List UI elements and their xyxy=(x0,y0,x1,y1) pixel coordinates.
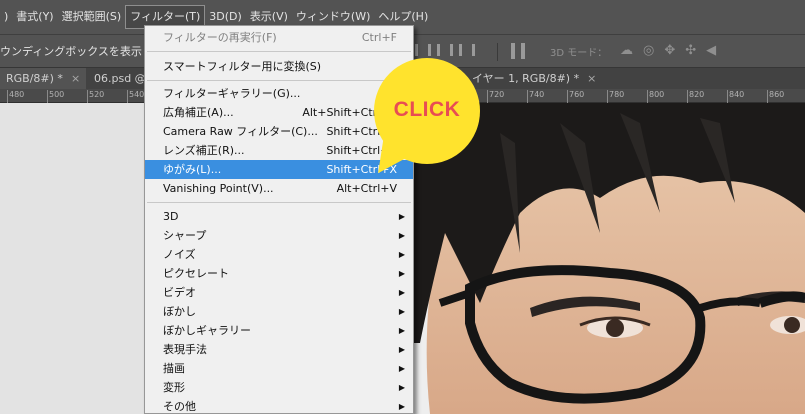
menu-item-label: スマートフィルター用に変換(S) xyxy=(163,60,322,73)
menu-item-label: フィルターの再実行(F) xyxy=(163,31,277,44)
ruler-tick: 520 xyxy=(86,90,105,103)
menu-item-other[interactable]: その他 ▶ xyxy=(145,397,413,414)
ruler-tick: 540 xyxy=(126,90,145,103)
mode-3d-label: 3D モード： xyxy=(550,48,608,59)
menu-item-label: ゆがみ(L)... xyxy=(163,163,222,176)
ruler-tick: 500 xyxy=(46,90,65,103)
menu-item-label: 広角補正(A)... xyxy=(163,106,234,119)
menu-item-noise[interactable]: ノイズ ▶ xyxy=(145,245,413,264)
submenu-arrow-icon: ▶ xyxy=(398,212,405,221)
menu-item-label: 3D xyxy=(163,210,179,223)
menu-select[interactable]: 選択範囲(S) xyxy=(58,5,126,29)
menu-item-render[interactable]: 描画 ▶ xyxy=(145,359,413,378)
align-center-icon[interactable] xyxy=(435,41,453,59)
close-icon[interactable]: × xyxy=(587,72,596,85)
menu-item-filter-gallery[interactable]: フィルターギャラリー(G)... xyxy=(145,84,413,103)
click-callout-text: CLICK xyxy=(393,98,461,121)
divider xyxy=(497,43,498,61)
menu-item-label: 変形 xyxy=(163,381,185,394)
submenu-arrow-icon: ▶ xyxy=(398,307,405,316)
ruler-tick: 480 xyxy=(6,90,25,103)
show-bounding-box-label[interactable]: ウンディングボックスを表示 xyxy=(0,43,142,59)
roll-icon[interactable]: ◎ xyxy=(643,43,654,59)
menu-item-vanishing-point[interactable]: Vanishing Point(V)... Alt+Ctrl+V xyxy=(145,179,413,198)
ruler-tick: 820 xyxy=(686,90,705,103)
menu-item-label: ピクセレート xyxy=(163,267,229,280)
menu-item-label: Camera Raw フィルター(C)... xyxy=(163,125,318,138)
submenu-arrow-icon: ▶ xyxy=(398,383,405,392)
align-icons xyxy=(413,41,475,59)
menu-item-label: ぼかしギャラリー xyxy=(163,324,251,337)
submenu-arrow-icon: ▶ xyxy=(398,231,405,240)
pan-icon[interactable]: ✥ xyxy=(664,43,675,59)
menu-item-label: Vanishing Point(V)... xyxy=(163,182,274,195)
menu-item-blur-gallery[interactable]: ぼかしギャラリー ▶ xyxy=(145,321,413,340)
submenu-arrow-icon: ▶ xyxy=(398,402,405,411)
slide-icon[interactable]: ✣ xyxy=(685,43,696,59)
menu-item-convert-smart-filter[interactable]: スマートフィルター用に変換(S) xyxy=(145,57,413,76)
tab-layer-1[interactable]: イヤー 1, RGB/8#) * × xyxy=(466,68,606,90)
ruler-tick: 740 xyxy=(526,90,545,103)
ruler-tick: 720 xyxy=(486,90,505,103)
submenu-arrow-icon: ▶ xyxy=(398,326,405,335)
tab-active-document[interactable]: RGB/8#) * × xyxy=(0,68,86,90)
ruler-tick: 800 xyxy=(646,90,665,103)
menu-separator xyxy=(147,51,411,52)
distribute-icon[interactable] xyxy=(511,43,525,59)
ruler-tick: 760 xyxy=(566,90,585,103)
menu-item-last-filter: フィルターの再実行(F) Ctrl+F xyxy=(145,28,413,47)
submenu-arrow-icon: ▶ xyxy=(398,364,405,373)
filter-menu: フィルターの再実行(F) Ctrl+F スマートフィルター用に変換(S) フィル… xyxy=(144,25,414,414)
menu-item-label: フィルターギャラリー(G)... xyxy=(163,87,301,100)
menu-item-3d[interactable]: 3D ▶ xyxy=(145,207,413,226)
align-left-icon[interactable] xyxy=(413,41,431,59)
menu-item-video[interactable]: ビデオ ▶ xyxy=(145,283,413,302)
menu-separator xyxy=(147,80,411,81)
menu-item-distort[interactable]: 変形 ▶ xyxy=(145,378,413,397)
submenu-arrow-icon: ▶ xyxy=(398,345,405,354)
camera-icon[interactable]: ◀ xyxy=(706,43,716,59)
menu-item-blur[interactable]: ぼかし ▶ xyxy=(145,302,413,321)
menu-item-shortcut: Alt+Ctrl+V xyxy=(336,182,397,195)
ruler-tick: 780 xyxy=(606,90,625,103)
menu-separator xyxy=(147,202,411,203)
tab-label: RGB/8#) * xyxy=(6,72,63,85)
menu-partial-item[interactable]: ) xyxy=(0,5,12,29)
menu-item-pixelate[interactable]: ピクセレート ▶ xyxy=(145,264,413,283)
menu-type[interactable]: 書式(Y) xyxy=(12,5,57,29)
tab-06-psd[interactable]: 06.psd @ xyxy=(88,68,146,90)
submenu-arrow-icon: ▶ xyxy=(398,250,405,259)
menu-item-label: ノイズ xyxy=(163,248,196,261)
menu-item-sharpen[interactable]: シャープ ▶ xyxy=(145,226,413,245)
menu-item-stylize[interactable]: 表現手法 ▶ xyxy=(145,340,413,359)
menu-item-label: 表現手法 xyxy=(163,343,207,356)
menu-item-label: ぼかし xyxy=(163,305,196,318)
menu-item-label: レンズ補正(R)... xyxy=(163,144,245,157)
menu-item-label: シャープ xyxy=(163,229,207,242)
menu-item-camera-raw[interactable]: Camera Raw フィルター(C)... Shift+Ctrl+A xyxy=(145,122,413,141)
tab-label: 06.psd @ xyxy=(94,72,146,85)
icons-3d: ☁ ◎ ✥ ✣ ◀ xyxy=(620,43,716,59)
close-icon[interactable]: × xyxy=(71,72,80,85)
menu-item-label: 描画 xyxy=(163,362,185,375)
submenu-arrow-icon: ▶ xyxy=(398,269,405,278)
tab-label: イヤー 1, RGB/8#) * xyxy=(472,72,580,85)
submenu-arrow-icon: ▶ xyxy=(398,288,405,297)
menu-item-label: ビデオ xyxy=(163,286,196,299)
menu-item-adaptive-wide-angle[interactable]: 広角補正(A)... Alt+Shift+Ctrl+A xyxy=(145,103,413,122)
orbit-icon[interactable]: ☁ xyxy=(620,43,633,59)
ruler-tick: 860 xyxy=(766,90,785,103)
menu-item-shortcut: Ctrl+F xyxy=(361,31,397,44)
menu-item-label: その他 xyxy=(163,400,196,413)
align-right-icon[interactable] xyxy=(457,41,475,59)
ruler-tick: 840 xyxy=(726,90,745,103)
